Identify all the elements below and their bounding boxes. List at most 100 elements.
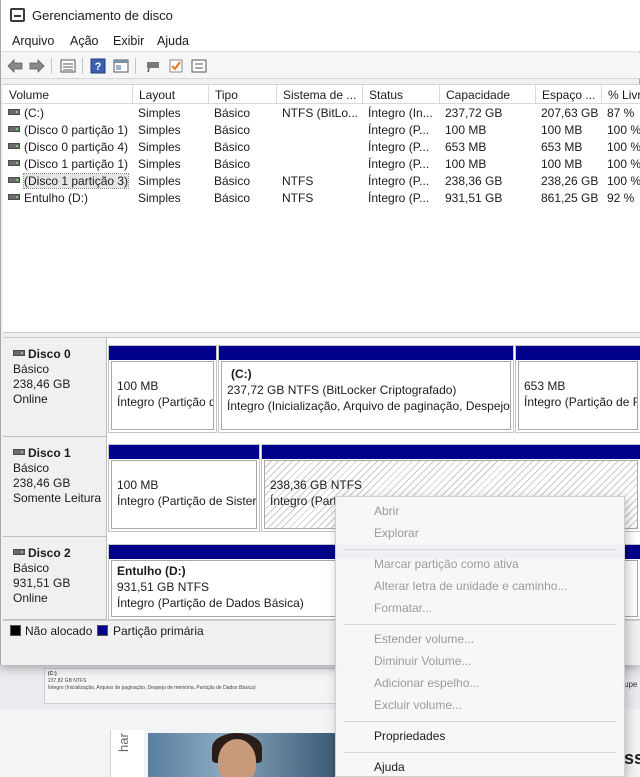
partition-block[interactable]: 100 MB Íntegro (Partição de Sister [108,444,260,532]
table-row[interactable]: (Disco 1 partição 1) Simples Básico Ínte… [3,155,640,172]
cell-sistema [277,155,363,172]
menu-item-propriedades[interactable]: Propriedades [374,729,445,743]
properties-icon[interactable] [190,57,208,74]
disk-state: Somente Leitura [13,491,102,505]
column-header-layout[interactable]: Layout [133,85,209,104]
partition-size: 653 MB [524,379,566,393]
menu-item-formatar[interactable]: Formatar... [374,601,432,615]
menu-ajuda[interactable]: Ajuda [157,34,189,48]
table-row-selected[interactable]: (Disco 1 partição 3) Simples Básico NTFS… [3,172,640,189]
menu-separator [344,752,616,753]
cell-layout: Simples [138,106,181,120]
cell-espaco: 207,63 GB [541,106,599,120]
cell-tipo: Básico [214,106,251,120]
volume-name: (Disco 0 partição 1) [24,123,129,137]
partition-status: Íntegro (Partição de Re [524,395,638,409]
column-header-capacidade[interactable]: Capacidade [440,85,536,104]
partition-block[interactable]: 653 MB Íntegro (Partição de Re [515,345,640,433]
disk-size: 238,46 GB [13,476,71,490]
primary-partition-bar [109,346,216,360]
cell-capacidade: 100 MB [445,157,487,171]
cell-status: Íntegro (P... [368,174,430,188]
cell-sistema: NTFS [282,174,314,188]
cell-espaco: 238,26 GB [541,174,599,188]
partition-size: 100 MB [117,379,159,393]
help-icon[interactable]: ? [89,57,107,74]
table-row[interactable]: (C:) Simples Básico NTFS (BitLo... Ínteg… [3,104,640,121]
menu-item-espelho[interactable]: Adicionar espelho... [374,676,479,690]
primary-partition-swatch [97,625,108,636]
menu-item-abrir[interactable]: Abrir [374,504,399,518]
disk-type: Básico [13,461,50,475]
column-header-livre[interactable]: % Livr [602,85,640,104]
table-row[interactable]: Entulho (D:) Simples Básico NTFS Íntegro… [3,189,640,206]
partition-status: Íntegro (Inicialização, Arquivo de pagin… [227,399,510,413]
disk-name: Disco 0 [28,347,71,361]
cell-status: Íntegro (P... [368,140,430,154]
cell-layout: Simples [138,157,181,171]
partition-status: Íntegro (Partição d [117,395,214,409]
menu-exibir[interactable]: Exibir [113,34,144,48]
column-header-sistema[interactable]: Sistema de ... [277,85,363,104]
menu-arquivo[interactable]: Arquivo [12,34,54,48]
disk-1-label[interactable]: Disco 1 Básico 238,46 GB Somente Leitura [3,437,107,537]
table-row[interactable]: (Disco 0 partição 4) Simples Básico Ínte… [3,138,640,155]
cell-status: Íntegro (P... [368,157,430,171]
cell-layout: Simples [138,174,181,188]
menu-bar: Arquivo Ação Exibir Ajuda [1,30,640,52]
menu-item-diminuir[interactable]: Diminuir Volume... [374,654,471,668]
cell-livre: 92 % [607,191,635,205]
thumbnail-title: (C:) [48,671,57,677]
disk-name: Disco 2 [28,546,71,560]
drive-icon [8,160,20,166]
cell-tipo: Básico [214,140,251,154]
partition-status: Íntegro (Partição de Sister [117,494,257,508]
context-menu: Abrir Explorar Marcar partição como ativ… [335,496,625,777]
drive-icon [8,143,20,149]
disk-size: 931,51 GB [13,576,71,590]
forward-arrow-icon[interactable] [28,57,46,74]
primary-partition-bar [219,346,513,360]
partition-size: 238,36 GB NTFS [270,478,363,492]
cell-tipo: Básico [214,174,251,188]
menu-acao[interactable]: Ação [70,34,99,48]
menu-item-ajuda[interactable]: Ajuda [374,760,405,774]
disk-2-label[interactable]: Disco 2 Básico 931,51 GB Online [3,537,107,620]
console-icon[interactable] [112,57,130,74]
column-header-volume[interactable]: Volume [3,85,133,104]
legend-unallocated: Não alocado [25,624,93,638]
checkmark-icon[interactable] [167,57,185,74]
back-arrow-icon[interactable] [6,57,24,74]
cell-espaco: 100 MB [541,157,583,171]
disk-name: Disco 1 [28,446,71,460]
title-bar[interactable]: Gerenciamento de disco [1,0,640,30]
menu-item-excluir[interactable]: Excluir volume... [374,698,462,712]
column-header-tipo[interactable]: Tipo [209,85,277,104]
partition-block[interactable]: 100 MB Íntegro (Partição d [108,345,217,433]
column-header-status[interactable]: Status [363,85,440,104]
menu-item-explorar[interactable]: Explorar [374,526,419,540]
drive-icon [8,109,20,115]
thumbnail-line2: Íntegro (Inicialização, Arquivo de pagin… [48,685,256,691]
svg-text:?: ? [95,61,102,73]
legend-primary: Partição primária [113,624,204,638]
unallocated-swatch [10,625,21,636]
cell-sistema [277,121,363,138]
partition-title: (C:) [231,367,252,381]
menu-item-estender[interactable]: Estender volume... [374,632,474,646]
cell-status: Íntegro (P... [368,123,430,137]
connect-icon[interactable] [144,57,162,74]
cell-livre: 100 % [607,140,640,154]
table-row[interactable]: (Disco 0 partição 1) Simples Básico Ínte… [3,121,640,138]
disk-0-label[interactable]: Disco 0 Básico 238,46 GB Online [3,338,107,437]
partition-block[interactable]: (C:) 237,72 GB NTFS (BitLocker Criptogra… [218,345,514,433]
cell-layout: Simples [138,191,181,205]
menu-item-alterar-letra[interactable]: Alterar letra de unidade e caminho... [374,579,567,593]
column-header-espaco[interactable]: Espaço ... [536,85,602,104]
background-thumbnail: (C:) 237,82 GB NTFS Íntegro (Inicializaç… [44,668,344,704]
menu-item-marcar-ativa[interactable]: Marcar partição como ativa [374,557,519,571]
list-view-icon[interactable] [59,57,77,74]
cell-espaco: 100 MB [541,123,583,137]
cell-tipo: Básico [214,191,251,205]
cell-capacidade: 238,36 GB [445,174,503,188]
